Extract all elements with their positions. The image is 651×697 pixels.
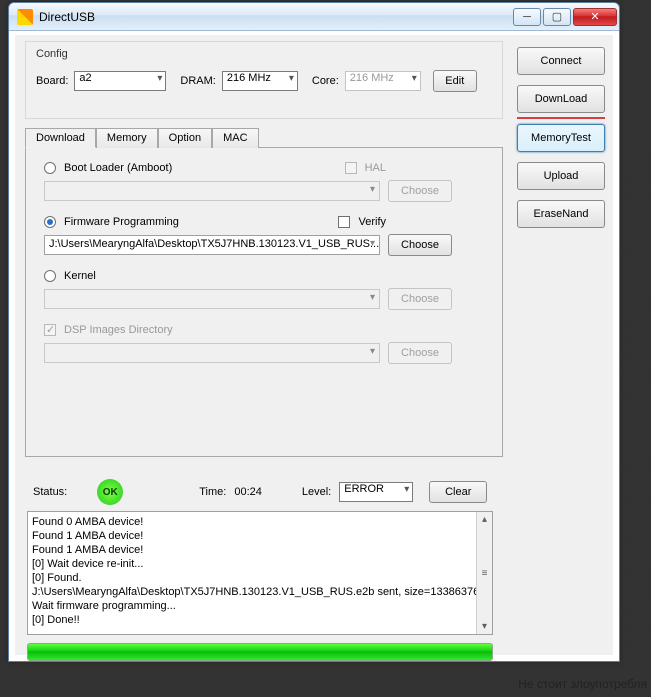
log-line: Wait firmware programming... xyxy=(32,599,488,613)
log-box[interactable]: Found 0 AMBA device!Found 1 AMBA device!… xyxy=(27,511,493,635)
window-title: DirectUSB xyxy=(39,10,511,24)
config-title: Config xyxy=(36,48,492,60)
core-combo: 216 MHz xyxy=(345,71,421,91)
firmware-path[interactable]: J:\Users\MearyngAlfa\Desktop\TX5J7HNB.13… xyxy=(44,235,380,255)
time-label: Time: xyxy=(199,486,226,498)
firmware-label: Firmware Programming xyxy=(64,216,179,228)
hal-label: HAL xyxy=(365,162,386,174)
board-label: Board: xyxy=(36,75,68,87)
edit-button[interactable]: Edit xyxy=(433,70,477,92)
verify-label: Verify xyxy=(358,216,386,228)
erasenand-button[interactable]: EraseNand xyxy=(517,200,605,228)
app-icon xyxy=(17,9,33,25)
level-label: Level: xyxy=(302,486,331,498)
memorytest-button[interactable]: MemoryTest xyxy=(517,124,605,152)
titlebar[interactable]: DirectUSB ─ ▢ ✕ xyxy=(9,3,619,31)
log-line: Found 0 AMBA device! xyxy=(32,515,488,529)
upload-button[interactable]: Upload xyxy=(517,162,605,190)
log-line: Found 1 AMBA device! xyxy=(32,529,488,543)
bootloader-label: Boot Loader (Amboot) xyxy=(64,162,172,174)
log-line: [0] Wait device re-init... xyxy=(32,557,488,571)
kernel-label: Kernel xyxy=(64,270,96,282)
dram-combo[interactable]: 216 MHz xyxy=(222,71,298,91)
level-combo[interactable]: ERROR xyxy=(339,482,413,502)
minimize-button[interactable]: ─ xyxy=(513,8,541,26)
dram-label: DRAM: xyxy=(180,75,215,87)
red-underline xyxy=(517,117,605,119)
board-combo[interactable]: a2 xyxy=(74,71,166,91)
connect-button[interactable]: Connect xyxy=(517,47,605,75)
config-group: Config Board: a2 DRAM: 216 MHz Core: 216… xyxy=(25,41,503,119)
tab-control: Download Memory Option MAC Boot Loader (… xyxy=(25,127,503,461)
background-bottom-text: Не стоит злоупотребля xyxy=(518,677,647,691)
log-line: J:\Users\MearyngAlfa\Desktop\TX5J7HNB.13… xyxy=(32,585,488,599)
background-text: нти че писал калов из П вать н виде скир… xyxy=(619,150,649,654)
scroll-down-icon[interactable]: ▾ xyxy=(482,619,487,634)
kernel-choose-button: Choose xyxy=(388,288,452,310)
firmware-radio[interactable] xyxy=(44,216,56,228)
client-area: Connect DownLoad MemoryTest Upload Erase… xyxy=(15,35,613,655)
window: DirectUSB ─ ▢ ✕ Connect DownLoad MemoryT… xyxy=(8,2,620,662)
log-scrollbar[interactable]: ▴ ≡ ▾ xyxy=(476,512,492,634)
dsp-label: DSP Images Directory xyxy=(64,324,173,336)
status-ok-badge: OK xyxy=(97,479,123,505)
tab-download[interactable]: Download xyxy=(25,128,96,148)
status-label: Status: xyxy=(33,486,67,498)
dsp-checkbox: ✓ xyxy=(44,324,56,336)
sidebar: Connect DownLoad MemoryTest Upload Erase… xyxy=(517,47,605,228)
scroll-grip-icon[interactable]: ≡ xyxy=(482,566,488,581)
bootloader-radio[interactable] xyxy=(44,162,56,174)
firmware-choose-button[interactable]: Choose xyxy=(388,234,452,256)
time-value: 00:24 xyxy=(234,486,262,498)
log-line: Found 1 AMBA device! xyxy=(32,543,488,557)
log-line: [0] Found. xyxy=(32,571,488,585)
tab-option[interactable]: Option xyxy=(158,128,212,148)
tab-mac[interactable]: MAC xyxy=(212,128,258,148)
log-content: Found 0 AMBA device!Found 1 AMBA device!… xyxy=(32,515,488,627)
progress-bar xyxy=(27,643,493,661)
hal-checkbox xyxy=(345,162,357,174)
dsp-path xyxy=(44,343,380,363)
close-button[interactable]: ✕ xyxy=(573,8,617,26)
tab-page-download: Boot Loader (Amboot) HAL Choose Firmware… xyxy=(25,147,503,457)
tab-memory[interactable]: Memory xyxy=(96,128,158,148)
bootloader-choose-button: Choose xyxy=(388,180,452,202)
kernel-path xyxy=(44,289,380,309)
dsp-choose-button: Choose xyxy=(388,342,452,364)
download-button[interactable]: DownLoad xyxy=(517,85,605,113)
verify-checkbox[interactable] xyxy=(338,216,350,228)
kernel-radio[interactable] xyxy=(44,270,56,282)
bootloader-path xyxy=(44,181,380,201)
status-row: Status: OK Time: 00:24 Level: ERROR Clea… xyxy=(33,479,495,505)
clear-button[interactable]: Clear xyxy=(429,481,487,503)
maximize-button[interactable]: ▢ xyxy=(543,8,571,26)
scroll-up-icon[interactable]: ▴ xyxy=(482,512,487,527)
log-line: [0] Done!! xyxy=(32,613,488,627)
core-label: Core: xyxy=(312,75,339,87)
